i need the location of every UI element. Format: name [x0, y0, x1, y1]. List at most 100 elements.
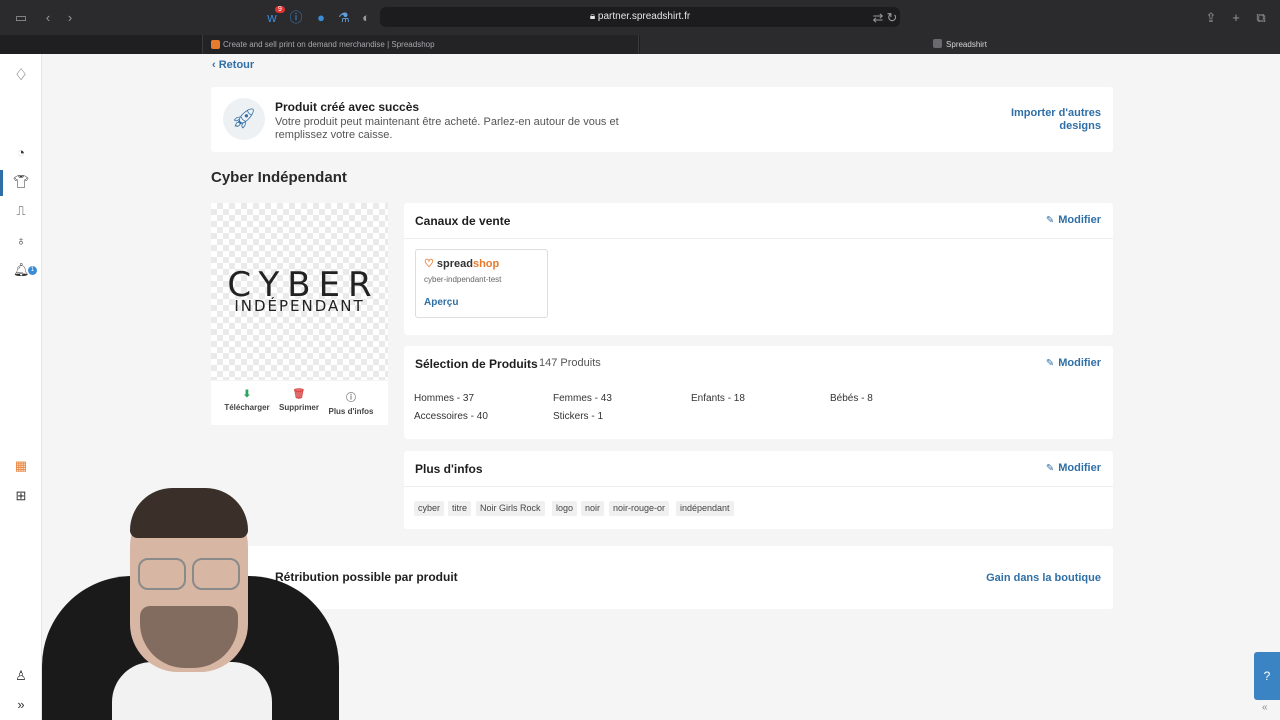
shop-earnings-link[interactable]: Gain dans la boutique: [986, 572, 1101, 584]
category-babies: Bébés - 8: [830, 393, 873, 404]
success-banner: 🚀︎ Produit créé avec succès Votre produi…: [211, 87, 1113, 152]
spreadshop-logo: ♡ spreadshop: [424, 257, 499, 270]
selection-title: Sélection de Produits: [415, 357, 538, 371]
flask-icon[interactable]: ⚗: [336, 10, 352, 26]
tab-title: Create and sell print on demand merchand…: [223, 40, 435, 49]
modify-selection-button[interactable]: ✎ Modifier: [1046, 357, 1101, 369]
sidebar-toggle-icon[interactable]: ▭: [13, 10, 29, 26]
logo-text-shop: shop: [472, 258, 500, 270]
collapse-chevrons-icon[interactable]: «: [1262, 702, 1268, 713]
download-button[interactable]: ⬇ Télécharger: [219, 389, 275, 412]
delete-button[interactable]: 🗑︎ Supprimer: [271, 389, 327, 412]
logo-text-spread: spread: [436, 258, 473, 270]
user-icon[interactable]: ♙: [13, 668, 29, 684]
url-text: partner.spreadshirt.fr: [597, 11, 691, 22]
tag: noir: [581, 501, 605, 516]
category-men: Hommes - 37: [414, 393, 475, 404]
retribution-panel: Rétribution possible par produit Gain da…: [211, 546, 1113, 609]
tag: cyber: [414, 501, 445, 516]
pencil-icon: ✎: [1045, 358, 1055, 369]
webcam-hair: [130, 488, 248, 538]
modify-label: Modifier: [1058, 462, 1101, 474]
modify-info-button[interactable]: ✎ Modifier: [1046, 462, 1101, 474]
info-icon: ⓘ: [346, 393, 356, 404]
share-icon[interactable]: ⇪: [1203, 10, 1219, 26]
divider: [404, 486, 1113, 487]
trash-icon: 🗑︎: [292, 389, 306, 400]
design-actions: ⬇ Télécharger 🗑︎ Supprimer ⓘ Plus d'info…: [211, 381, 388, 425]
modify-label: Modifier: [1058, 214, 1101, 226]
lock-icon: 🔒︎: [589, 11, 598, 22]
back-link[interactable]: ‹ Retour: [212, 59, 254, 71]
extension-circle-icon[interactable]: ●: [313, 10, 329, 26]
pencil-icon: ✎: [1045, 215, 1055, 226]
modify-channels-button[interactable]: ✎ Modifier: [1046, 214, 1101, 226]
help-button[interactable]: ?: [1254, 652, 1280, 700]
design-preview: CYBER INDÉPENDANT: [211, 203, 388, 380]
spreadshop-favicon-icon: [211, 40, 220, 49]
tab-spreadshirt[interactable]: Spreadshirt: [640, 35, 1280, 54]
shield-icon[interactable]: ◐: [358, 10, 374, 26]
category-kids: Enfants - 18: [691, 393, 745, 404]
shop-icon[interactable]: ▦: [13, 458, 29, 474]
dashboard-gauge-icon[interactable]: ◔: [13, 145, 29, 161]
tag: Noir Girls Rock: [476, 501, 545, 516]
tag: logo: [552, 501, 578, 516]
preview-link[interactable]: Aperçu: [424, 297, 458, 308]
product-count: 147 Produits: [539, 357, 601, 369]
new-tab-icon[interactable]: +: [1228, 10, 1244, 26]
product-title: Cyber Indépendant: [211, 169, 347, 186]
sales-channels-title: Canaux de vente: [415, 214, 511, 228]
spreadshirt-logo-icon[interactable]: ♢: [13, 68, 29, 84]
webcam-overlay: [42, 486, 339, 720]
tag: titre: [448, 501, 472, 516]
tag: noir-rouge-or: [609, 501, 670, 516]
tab-overview-icon[interactable]: ⧉: [1253, 10, 1269, 26]
modify-label: Modifier: [1058, 357, 1101, 369]
sales-channels-panel: Canaux de vente ✎ Modifier ♡ spreadshop cy…: [404, 203, 1113, 335]
design-text-line2: INDÉPENDANT: [234, 297, 365, 315]
webcam-glasses-right: [192, 558, 240, 590]
analytics-icon[interactable]: ⎍: [13, 203, 29, 219]
help-icon: ?: [1263, 669, 1271, 683]
tab-spreadshop[interactable]: Create and sell print on demand merchand…: [202, 35, 639, 54]
back-label: Retour: [218, 59, 255, 71]
success-text: Votre produit peut maintenant être achet…: [275, 116, 619, 141]
product-selection-panel: Sélection de Produits 147 Produits ✎ Modi…: [404, 346, 1113, 439]
forward-arrow-icon[interactable]: ›: [62, 10, 78, 26]
pencil-icon: ✎: [1045, 463, 1055, 474]
spreadshop-heart-icon: ♡: [424, 258, 434, 270]
notification-badge: 1: [28, 266, 37, 275]
spreadshop-channel-card[interactable]: ♡ spreadshop cyber-indpendant-test Aperçu: [415, 249, 548, 318]
download-icon: ⬇: [242, 389, 252, 400]
more-info-label: Plus d'infos: [328, 407, 374, 416]
tab-title: Spreadshirt: [946, 40, 987, 49]
tshirt-icon[interactable]: 👕︎: [13, 174, 30, 190]
category-accessories: Accessoires - 40: [414, 411, 488, 422]
more-info-title: Plus d'infos: [415, 462, 483, 476]
active-nav-indicator: [0, 170, 3, 196]
import-designs-link[interactable]: Importer d'autres designs: [991, 107, 1101, 133]
webcam-glasses-left: [138, 558, 186, 590]
category-women: Femmes - 43: [553, 393, 612, 404]
add-icon[interactable]: ⊞: [13, 488, 29, 504]
reload-icon[interactable]: ↻: [884, 10, 900, 26]
more-info-button[interactable]: ⓘ Plus d'infos: [323, 389, 379, 416]
divider: [404, 238, 1113, 239]
success-title: Produit créé avec succès: [275, 100, 420, 114]
lightbulb-icon[interactable]: ♁: [13, 233, 29, 249]
url-bar[interactable]: 🔒︎ partner.spreadshirt.fr: [380, 7, 900, 27]
tab-bar: Create and sell print on demand merchand…: [0, 35, 1280, 54]
back-arrow-icon[interactable]: ‹: [40, 10, 56, 26]
bell-icon[interactable]: 🔔︎: [13, 262, 30, 278]
extension-badge: 9: [275, 6, 285, 13]
category-stickers: Stickers - 1: [553, 411, 604, 422]
download-label: Télécharger: [224, 403, 270, 412]
more-info-panel: Plus d'infos ✎ Modifier cyber titre Noir …: [404, 451, 1113, 529]
shop-name: cyber-indpendant-test: [424, 275, 502, 284]
password-manager-icon[interactable]: ⓘ: [288, 10, 304, 26]
spreadshirt-favicon-icon: [933, 39, 943, 48]
browser-toolbar: ▭ ‹ › w 9 ⓘ ● ⚗ ◐ 🔒︎ partner.spreadshirt…: [0, 0, 1280, 35]
left-sidebar: ♢ ◔ 👕︎ ⎍ ♁ 🔔︎ 1 ▦ ⊞ ♙ »: [0, 54, 42, 720]
expand-chevrons-icon[interactable]: »: [13, 697, 29, 713]
